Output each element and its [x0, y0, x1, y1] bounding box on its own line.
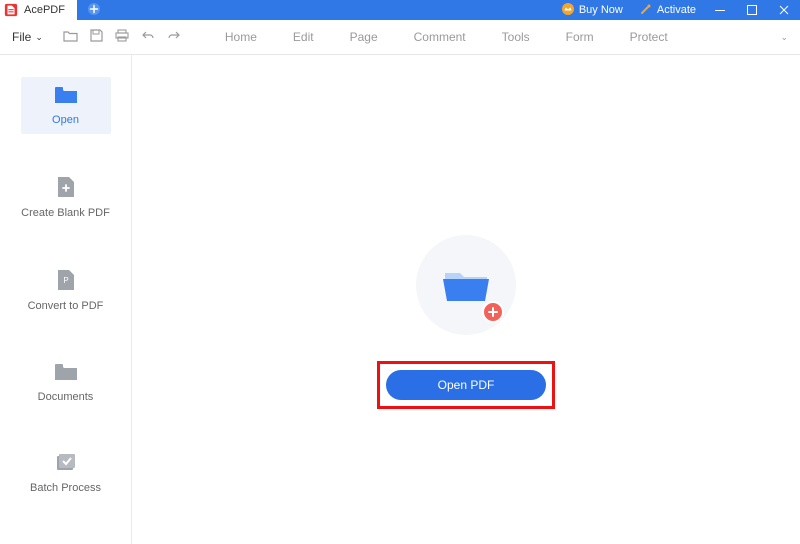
body: Open Create Blank PDF P Convert to PDF D…: [0, 55, 800, 544]
main-toolbar: File ⌄ Home Edit Page Comment Tools Form…: [0, 20, 800, 55]
crown-icon: [561, 2, 575, 19]
wand-icon: [639, 2, 653, 19]
tab-page[interactable]: Page: [350, 30, 378, 44]
sidebar-item-convert[interactable]: P Convert to PDF: [21, 261, 111, 320]
sidebar-item-label: Create Blank PDF: [21, 207, 110, 219]
annotation-highlight: Open PDF: [377, 361, 555, 409]
sidebar-item-label: Documents: [38, 391, 94, 403]
file-menu-label: File: [12, 30, 31, 44]
open-folder-icon[interactable]: [63, 29, 78, 45]
print-icon[interactable]: [115, 29, 129, 45]
maximize-button[interactable]: [740, 4, 764, 16]
sidebar: Open Create Blank PDF P Convert to PDF D…: [0, 55, 132, 544]
open-illustration: [416, 235, 516, 335]
save-icon[interactable]: [90, 29, 103, 45]
sidebar-item-label: Convert to PDF: [28, 300, 104, 312]
app-name: AcePDF: [24, 4, 65, 16]
batch-check-icon: [56, 453, 76, 476]
folder-icon: [54, 85, 78, 108]
tab-home[interactable]: Home: [225, 30, 257, 44]
open-pdf-button[interactable]: Open PDF: [386, 370, 546, 400]
new-tab-button[interactable]: [87, 2, 101, 19]
center-open-area: Open PDF: [377, 235, 555, 409]
minimize-button[interactable]: [708, 4, 732, 16]
redo-icon[interactable]: [167, 29, 181, 45]
buy-now-button[interactable]: Buy Now: [557, 2, 627, 19]
title-bar-right: Buy Now Activate: [557, 2, 800, 19]
sidebar-item-label: Open: [52, 114, 79, 126]
file-menu[interactable]: File ⌄: [0, 30, 49, 44]
app-tab[interactable]: AcePDF: [0, 0, 77, 20]
activate-button[interactable]: Activate: [635, 2, 700, 19]
sidebar-item-batch[interactable]: Batch Process: [21, 445, 111, 502]
expand-toggle-icon[interactable]: ⌄: [780, 32, 788, 43]
new-doc-icon: [57, 176, 75, 201]
plus-badge-icon: [482, 301, 504, 323]
menu-tabs: Home Edit Page Comment Tools Form Protec…: [225, 30, 668, 44]
activate-label: Activate: [657, 4, 696, 16]
sidebar-item-label: Batch Process: [30, 482, 101, 494]
documents-folder-icon: [54, 362, 78, 385]
open-folder-icon: [441, 265, 491, 305]
tab-edit[interactable]: Edit: [293, 30, 314, 44]
title-bar: AcePDF Buy Now Activate: [0, 0, 800, 20]
tab-tools[interactable]: Tools: [502, 30, 530, 44]
buy-now-label: Buy Now: [579, 4, 623, 16]
sidebar-item-documents[interactable]: Documents: [21, 354, 111, 411]
sidebar-item-create-blank[interactable]: Create Blank PDF: [21, 168, 111, 227]
sidebar-item-open[interactable]: Open: [21, 77, 111, 134]
close-button[interactable]: [772, 4, 796, 16]
svg-text:P: P: [63, 276, 68, 285]
undo-icon[interactable]: [141, 29, 155, 45]
chevron-down-icon: ⌄: [35, 32, 43, 43]
convert-icon: P: [57, 269, 75, 294]
tab-form[interactable]: Form: [566, 30, 594, 44]
quick-actions: [49, 29, 195, 45]
tab-comment[interactable]: Comment: [414, 30, 466, 44]
main-area: Open PDF: [132, 55, 800, 544]
app-logo-icon: [4, 3, 18, 17]
tab-protect[interactable]: Protect: [630, 30, 668, 44]
